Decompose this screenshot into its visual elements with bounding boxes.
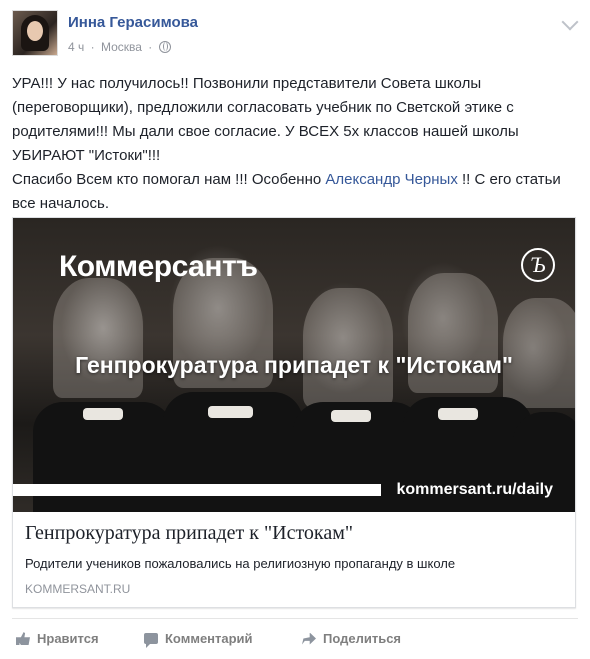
post-text: УРА!!! У нас получилось!! Позвонили пред…	[12, 72, 578, 216]
like-label: Нравится	[37, 631, 99, 646]
meta-separator: ·	[148, 40, 153, 54]
chevron-down-icon[interactable]	[561, 13, 579, 31]
post-text-paragraph-2: Спасибо Всем кто помогал нам !!! Особенн…	[12, 168, 578, 216]
brand-logo-text: Коммерсантъ	[59, 250, 258, 283]
post-location[interactable]: Москва	[101, 40, 142, 54]
post-time[interactable]: 4 ч	[68, 40, 84, 54]
link-preview-card[interactable]: Коммерсантъ Ъ Генпрокуратура припадет к …	[12, 217, 576, 608]
image-headline: Генпрокуратура припадет к "Истокам"	[75, 352, 513, 378]
post-actions: Нравится Комментарий Поделиться	[12, 618, 578, 659]
kommersant-logo-icon: Ъ	[521, 248, 555, 282]
link-preview-image[interactable]: Коммерсантъ Ъ Генпрокуратура припадет к …	[13, 218, 575, 512]
author-avatar[interactable]	[12, 10, 58, 56]
thumbs-up-icon	[16, 632, 30, 645]
image-site: kommersant.ru/daily	[396, 481, 554, 498]
link-title[interactable]: Генпрокуратура припадет к "Истокам"	[25, 522, 353, 545]
image-bar	[13, 484, 381, 496]
author-name[interactable]: Инна Герасимова	[68, 14, 198, 31]
comment-icon	[144, 633, 158, 648]
share-button[interactable]: Поделиться	[302, 631, 401, 646]
comment-button[interactable]: Комментарий	[144, 631, 253, 648]
globe-icon[interactable]	[158, 41, 171, 53]
post-text-paragraph-1: УРА!!! У нас получилось!! Позвонили пред…	[12, 75, 519, 164]
post-text-segment: Спасибо Всем кто помогал нам !!! Особенн…	[12, 171, 326, 188]
mention-link[interactable]: Александр Черных	[325, 171, 457, 188]
post-header: Инна Герасимова 4 ч · Москва ·	[12, 10, 579, 60]
link-description: Родители учеников пожаловались на религи…	[25, 556, 456, 571]
post-meta: 4 ч · Москва ·	[68, 40, 174, 54]
comment-label: Комментарий	[165, 631, 253, 646]
link-domain: KOMMERSANT.RU	[25, 582, 131, 596]
like-button[interactable]: Нравится	[16, 631, 99, 646]
share-label: Поделиться	[323, 631, 402, 646]
share-icon	[302, 632, 316, 645]
link-preview-body[interactable]: Генпрокуратура припадет к "Истокам" Роди…	[13, 512, 575, 607]
meta-separator: ·	[90, 40, 95, 54]
